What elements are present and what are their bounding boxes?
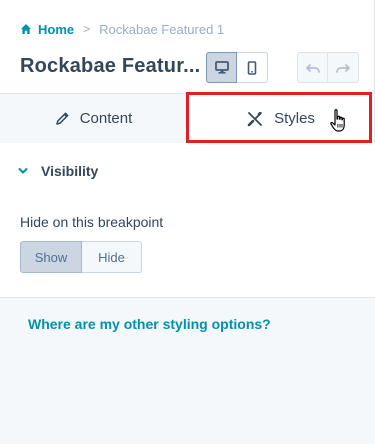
visibility-toggle: Show Hide <box>20 241 142 273</box>
breadcrumb-home-link[interactable]: Home <box>38 22 74 37</box>
home-icon <box>21 24 31 34</box>
breadcrumb: Home > Rockabae Featured 1 <box>20 20 224 38</box>
breadcrumb-current: Rockabae Featured 1 <box>99 21 225 37</box>
visibility-section-toggle[interactable]: Visibility <box>18 163 98 179</box>
redo-button[interactable] <box>328 52 359 83</box>
undo-button[interactable] <box>297 52 328 83</box>
sidebar-tabs: Content Styles <box>0 93 375 143</box>
desktop-preview-button[interactable] <box>206 52 237 83</box>
hide-option-button[interactable]: Hide <box>82 241 142 273</box>
desktop-icon <box>214 61 229 74</box>
undo-icon <box>305 63 320 73</box>
breadcrumb-separator: > <box>83 22 91 36</box>
styles-icon <box>247 111 262 126</box>
mobile-icon <box>247 60 257 75</box>
hide-breakpoint-label: Hide on this breakpoint <box>20 214 164 230</box>
history-controls <box>297 52 359 83</box>
pencil-icon <box>55 112 69 125</box>
mobile-preview-button[interactable] <box>237 52 268 83</box>
chevron-down-icon <box>18 168 28 174</box>
visibility-section-title: Visibility <box>41 163 99 179</box>
page-title: Rockabae Featur... <box>20 55 200 77</box>
styles-panel: Visibility Hide on this breakpoint Show … <box>0 143 375 444</box>
tab-styles-label: Styles <box>274 110 315 127</box>
device-preview-toggle <box>206 52 268 83</box>
show-option-button[interactable]: Show <box>20 241 82 273</box>
tab-content[interactable]: Content <box>0 94 187 143</box>
tab-content-label: Content <box>79 110 133 127</box>
styling-options-help-link[interactable]: Where are my other styling options? <box>28 316 271 332</box>
hand-cursor-icon <box>330 109 345 132</box>
editor-sidebar-panel: Home > Rockabae Featured 1 Rockabae Feat… <box>0 0 375 444</box>
redo-icon <box>336 63 350 73</box>
